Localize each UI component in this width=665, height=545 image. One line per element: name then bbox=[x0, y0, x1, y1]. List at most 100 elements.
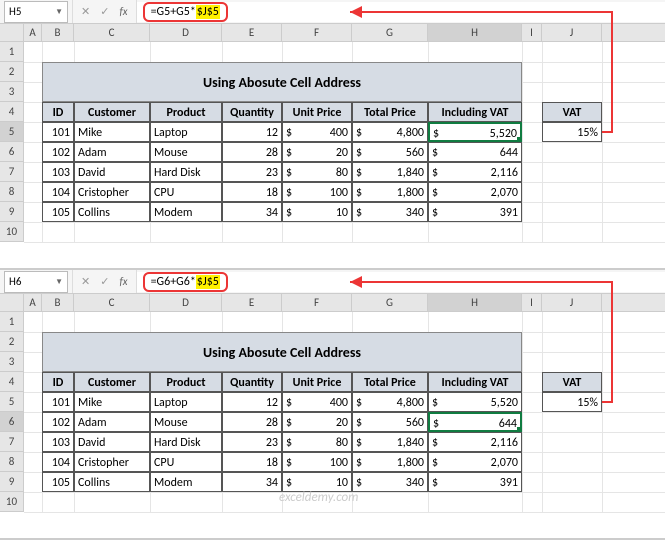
hdr-quantity[interactable]: Quantity bbox=[222, 102, 282, 122]
col-header-F[interactable]: F bbox=[282, 294, 352, 311]
cell-customer-5[interactable]: Mike bbox=[74, 392, 150, 412]
row-header-8[interactable]: 8 bbox=[0, 452, 24, 472]
formula-input[interactable]: =G5+G5*$J$5 bbox=[137, 2, 665, 22]
cell-id-9[interactable]: 105 bbox=[42, 202, 74, 222]
cell-customer-8[interactable]: Cristopher bbox=[74, 452, 150, 472]
cell-product-6[interactable]: Mouse bbox=[150, 412, 222, 432]
cell-incvat-8[interactable]: $2,070 bbox=[428, 182, 522, 202]
col-header-E[interactable]: E bbox=[222, 294, 282, 311]
cell-customer-5[interactable]: Mike bbox=[74, 122, 150, 142]
col-header-I[interactable]: I bbox=[522, 294, 542, 311]
col-header-A[interactable]: A bbox=[24, 24, 42, 41]
cell-product-9[interactable]: Modem bbox=[150, 202, 222, 222]
cell-unit-8[interactable]: $100 bbox=[282, 452, 352, 472]
col-header-B[interactable]: B bbox=[42, 294, 74, 311]
row-header-10[interactable]: 10 bbox=[0, 222, 24, 242]
fx-icon[interactable]: fx bbox=[119, 5, 127, 18]
col-header-B[interactable]: B bbox=[42, 24, 74, 41]
cell-total-7[interactable]: $1,840 bbox=[352, 162, 428, 182]
col-header-J[interactable]: J bbox=[542, 294, 602, 311]
cell-qty-5[interactable]: 12 bbox=[222, 392, 282, 412]
cell-product-9[interactable]: Modem bbox=[150, 472, 222, 492]
row-header-1[interactable]: 1 bbox=[0, 42, 24, 62]
cell-customer-7[interactable]: David bbox=[74, 162, 150, 182]
cell-unit-6[interactable]: $20 bbox=[282, 412, 352, 432]
cell-id-6[interactable]: 102 bbox=[42, 412, 74, 432]
hdr-unitprice[interactable]: Unit Price bbox=[282, 102, 352, 122]
col-header-D[interactable]: D bbox=[150, 294, 222, 311]
cell-product-8[interactable]: CPU bbox=[150, 452, 222, 472]
row-header-7[interactable]: 7 bbox=[0, 162, 24, 182]
hdr-unitprice[interactable]: Unit Price bbox=[282, 372, 352, 392]
col-header-G[interactable]: G bbox=[352, 294, 428, 311]
col-header-D[interactable]: D bbox=[150, 24, 222, 41]
hdr-customer[interactable]: Customer bbox=[74, 372, 150, 392]
col-header-H[interactable]: H bbox=[428, 24, 522, 41]
vat-value[interactable]: 15% bbox=[542, 392, 602, 412]
cell-customer-9[interactable]: Collins bbox=[74, 472, 150, 492]
cell-customer-9[interactable]: Collins bbox=[74, 202, 150, 222]
cell-incvat-7[interactable]: $2,116 bbox=[428, 162, 522, 182]
select-all-corner[interactable] bbox=[0, 294, 24, 311]
row-header-10[interactable]: 10 bbox=[0, 492, 24, 512]
row-header-6[interactable]: 6 bbox=[0, 142, 24, 162]
cell-total-5[interactable]: $4,800 bbox=[352, 392, 428, 412]
cell-total-6[interactable]: $560 bbox=[352, 412, 428, 432]
row-header-5[interactable]: 5 bbox=[0, 392, 24, 412]
hdr-id[interactable]: ID bbox=[42, 372, 74, 392]
hdr-product[interactable]: Product bbox=[150, 102, 222, 122]
cell-unit-7[interactable]: $80 bbox=[282, 432, 352, 452]
cell-qty-9[interactable]: 34 bbox=[222, 472, 282, 492]
cell-unit-5[interactable]: $400 bbox=[282, 122, 352, 142]
cell-unit-7[interactable]: $80 bbox=[282, 162, 352, 182]
cell-qty-8[interactable]: 18 bbox=[222, 182, 282, 202]
fill-handle[interactable] bbox=[517, 137, 522, 142]
row-header-1[interactable]: 1 bbox=[0, 312, 24, 332]
chevron-down-icon[interactable]: ▼ bbox=[55, 277, 63, 287]
chevron-down-icon[interactable]: ▼ bbox=[55, 7, 63, 17]
hdr-id[interactable]: ID bbox=[42, 102, 74, 122]
cell-product-7[interactable]: Hard Disk bbox=[150, 432, 222, 452]
cell-total-6[interactable]: $560 bbox=[352, 142, 428, 162]
hdr-incvat[interactable]: Including VAT bbox=[428, 102, 522, 122]
cell-unit-5[interactable]: $400 bbox=[282, 392, 352, 412]
col-header-H[interactable]: H bbox=[428, 294, 522, 311]
cell-customer-6[interactable]: Adam bbox=[74, 142, 150, 162]
cell-qty-6[interactable]: 28 bbox=[222, 142, 282, 162]
cell-total-5[interactable]: $4,800 bbox=[352, 122, 428, 142]
hdr-vat[interactable]: VAT bbox=[542, 372, 602, 392]
cell-total-8[interactable]: $1,800 bbox=[352, 182, 428, 202]
title-band[interactable]: Using Abosute Cell Address bbox=[42, 62, 522, 102]
row-header-2[interactable]: 2 bbox=[0, 62, 24, 82]
cell-qty-7[interactable]: 23 bbox=[222, 432, 282, 452]
cell-incvat-6[interactable]: $644 bbox=[428, 412, 522, 432]
cell-qty-8[interactable]: 18 bbox=[222, 452, 282, 472]
cell-unit-9[interactable]: $10 bbox=[282, 472, 352, 492]
col-header-E[interactable]: E bbox=[222, 24, 282, 41]
cell-product-8[interactable]: CPU bbox=[150, 182, 222, 202]
row-header-9[interactable]: 9 bbox=[0, 202, 24, 222]
name-box[interactable]: H6 ▼ bbox=[4, 271, 68, 293]
cell-customer-7[interactable]: David bbox=[74, 432, 150, 452]
hdr-totalprice[interactable]: Total Price bbox=[352, 372, 428, 392]
hdr-customer[interactable]: Customer bbox=[74, 102, 150, 122]
cell-total-8[interactable]: $1,800 bbox=[352, 452, 428, 472]
cell-qty-9[interactable]: 34 bbox=[222, 202, 282, 222]
cell-id-5[interactable]: 101 bbox=[42, 122, 74, 142]
cell-id-8[interactable]: 104 bbox=[42, 182, 74, 202]
cell-product-5[interactable]: Laptop bbox=[150, 392, 222, 412]
formula-input[interactable]: =G6+G6*$J$5 bbox=[137, 272, 665, 292]
cell-customer-8[interactable]: Cristopher bbox=[74, 182, 150, 202]
cell-total-9[interactable]: $340 bbox=[352, 202, 428, 222]
col-header-G[interactable]: G bbox=[352, 24, 428, 41]
row-header-2[interactable]: 2 bbox=[0, 332, 24, 352]
cell-unit-8[interactable]: $100 bbox=[282, 182, 352, 202]
fx-icon[interactable]: fx bbox=[119, 275, 127, 288]
col-header-I[interactable]: I bbox=[522, 24, 542, 41]
cell-incvat-5[interactable]: $5,520 bbox=[428, 122, 522, 142]
enter-icon[interactable]: ✓ bbox=[100, 5, 109, 18]
col-header-C[interactable]: C bbox=[74, 24, 150, 41]
row-header-6[interactable]: 6 bbox=[0, 412, 24, 432]
cell-id-8[interactable]: 104 bbox=[42, 452, 74, 472]
row-header-7[interactable]: 7 bbox=[0, 432, 24, 452]
